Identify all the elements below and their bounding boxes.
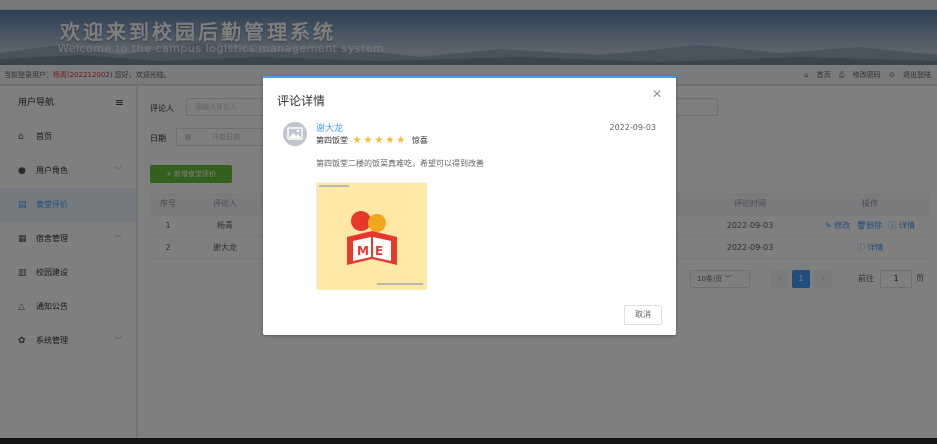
star-rating: ★★★★★ [352, 135, 408, 146]
svg-text:M: M [357, 244, 369, 258]
avatar-placeholder-icon [283, 122, 307, 146]
comment-text: 第四饭堂二楼的饭菜真难吃，希望可以得到改善 [316, 159, 484, 168]
comment-author: 谢大龙 [316, 124, 344, 134]
svg-text:E: E [375, 244, 383, 258]
comment-image: M E [316, 182, 427, 290]
avatar [283, 122, 307, 146]
book-logo-image: M E [317, 183, 427, 290]
dialog-title: 评论详情 [277, 94, 326, 108]
cancel-button[interactable]: 取消 [624, 305, 662, 325]
comment-meta: 第四饭堂 ★★★★★ 惊喜 [316, 135, 428, 147]
comment-date: 2022-09-03 [609, 123, 657, 132]
comment-detail-dialog: 评论详情 ✕ 谢大龙 2022-09-03 第四饭堂 ★★★★★ 惊喜 第四饭堂… [263, 76, 676, 335]
comment-canteen: 第四饭堂 [316, 136, 348, 145]
rating-text: 惊喜 [411, 136, 428, 145]
close-icon[interactable]: ✕ [652, 87, 662, 101]
